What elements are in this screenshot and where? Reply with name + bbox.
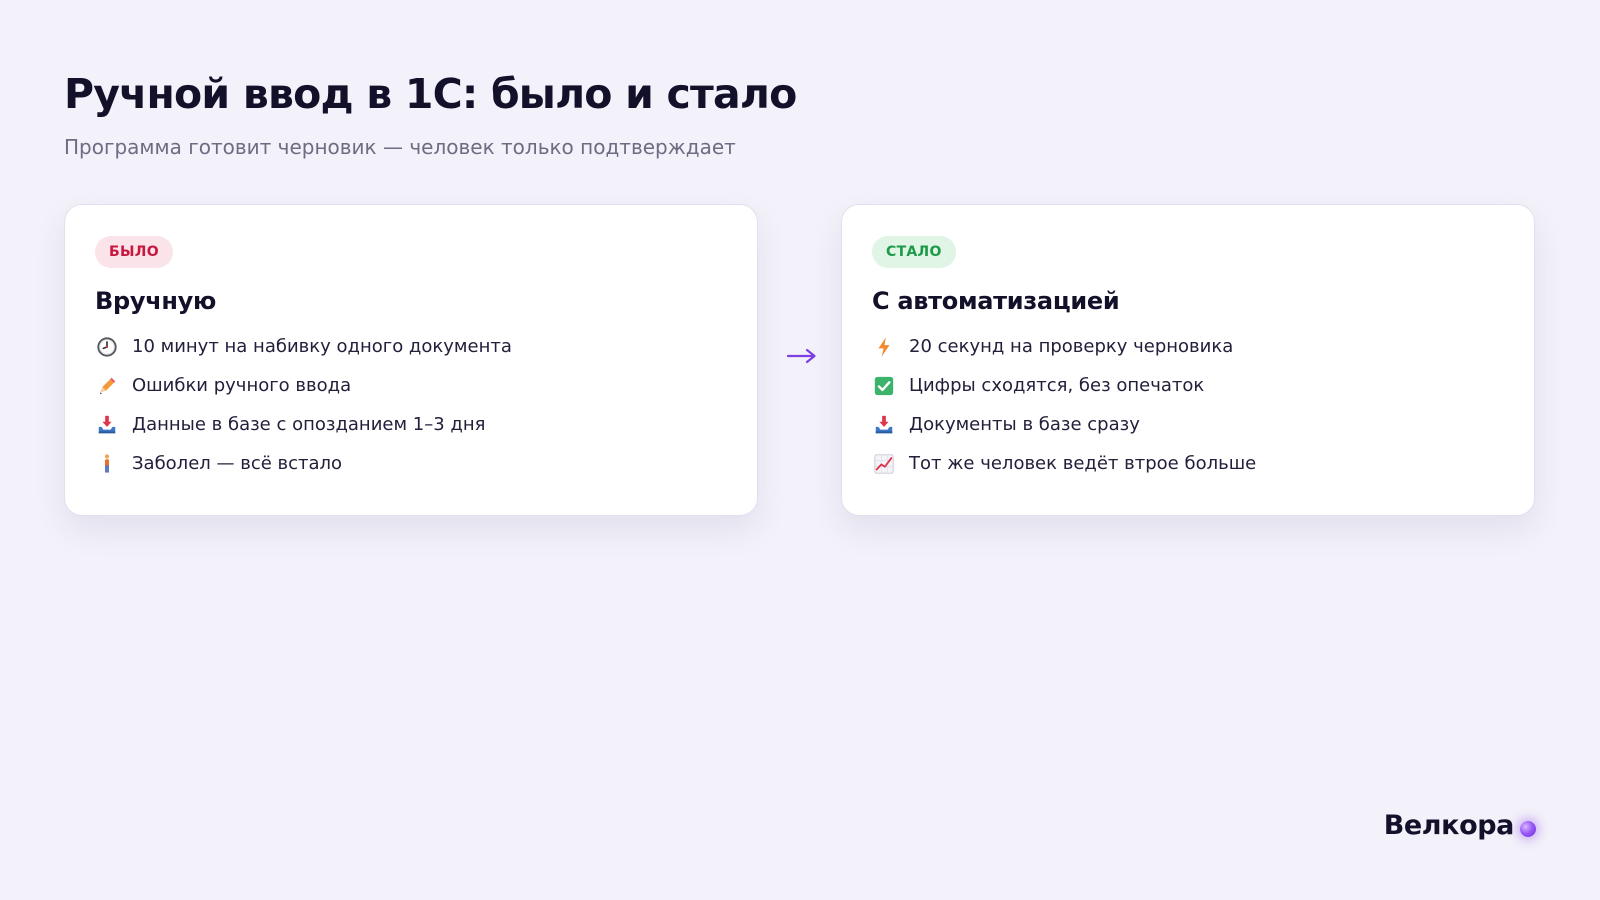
chart-increasing-icon — [872, 452, 896, 476]
list-item: Документы в базе сразу — [872, 405, 1504, 444]
slide-title: Ручной ввод в 1С: было и стало — [64, 70, 797, 118]
list-item: Ошибки ручного ввода — [95, 366, 727, 405]
list-item-text: Данные в базе с опозданием 1–3 дня — [132, 414, 486, 435]
list-item: Данные в базе с опозданием 1–3 дня — [95, 405, 727, 444]
brand-dot-icon — [1520, 821, 1536, 837]
lightning-icon — [872, 335, 896, 359]
before-tag: БЫЛО — [95, 236, 173, 268]
list-item-text: Ошибки ручного ввода — [132, 375, 352, 396]
list-item: Цифры сходятся, без опечаток — [872, 366, 1504, 405]
list-item-text: Тот же человек ведёт втрое больше — [909, 453, 1257, 474]
slide: Ручной ввод в 1С: было и стало Программа… — [0, 0, 1600, 900]
list-item-text: Документы в базе сразу — [909, 414, 1140, 435]
list-item-text: Заболел — всё встало — [132, 453, 343, 474]
check-box-icon — [872, 374, 896, 398]
arrow-right-icon — [786, 348, 816, 364]
list-item: Заболел — всё встало — [95, 444, 727, 483]
list-item-text: 20 секунд на проверку черновика — [909, 336, 1234, 357]
list-item: 10 минут на набивку одного документа — [95, 327, 727, 366]
clock-icon — [95, 335, 119, 359]
after-list: 20 секунд на проверку черновика Цифры сх… — [872, 327, 1504, 483]
before-card: БЫЛО Вручную 10 минут на набивку одного … — [64, 204, 758, 516]
person-standing-icon — [95, 452, 119, 476]
inbox-tray-icon — [95, 413, 119, 437]
list-item: Тот же человек ведёт втрое больше — [872, 444, 1504, 483]
pencil-icon — [95, 374, 119, 398]
after-heading: С автоматизацией — [872, 287, 1120, 315]
list-item-text: Цифры сходятся, без опечаток — [909, 375, 1205, 396]
slide-subtitle: Программа готовит черновик — человек тол… — [64, 135, 736, 159]
after-tag: СТАЛО — [872, 236, 956, 268]
list-item: 20 секунд на проверку черновика — [872, 327, 1504, 366]
inbox-tray-icon — [872, 413, 896, 437]
before-heading: Вручную — [95, 287, 217, 315]
after-card: СТАЛО С автоматизацией 20 секунд на пров… — [841, 204, 1535, 516]
before-list: 10 минут на набивку одного документа Оши… — [95, 327, 727, 483]
brand-logo-text: Велкора — [1383, 810, 1515, 841]
list-item-text: 10 минут на набивку одного документа — [132, 336, 512, 357]
